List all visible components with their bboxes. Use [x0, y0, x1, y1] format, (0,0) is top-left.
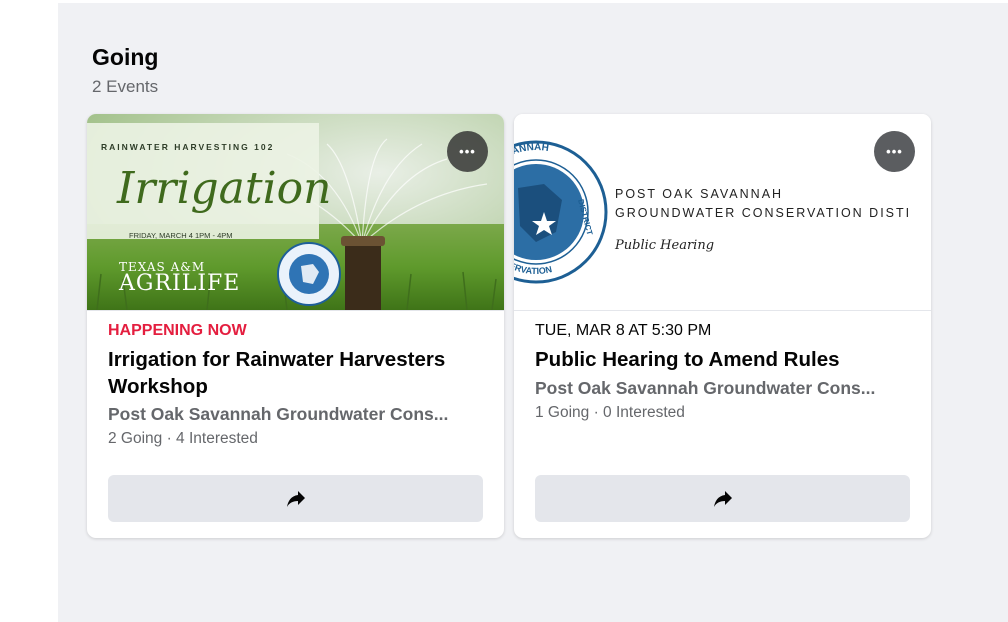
event-banner-image[interactable]: RAINWATER HARVESTING 102 Irrigation FRID…	[87, 114, 504, 310]
banner-script-title: Irrigation	[117, 163, 332, 214]
section-title: Going	[92, 44, 159, 70]
card-divider	[514, 310, 931, 311]
banner-kicker: RAINWATER HARVESTING 102	[101, 142, 275, 152]
logo-line2: AGRILIFE	[119, 271, 241, 296]
event-host[interactable]: Post Oak Savannah Groundwater Cons...	[108, 404, 448, 425]
section-subtitle: 2 Events	[92, 77, 159, 96]
share-button[interactable]	[535, 475, 910, 522]
banner-org-line2: GROUNDWATER CONSERVATION DISTI	[615, 206, 912, 220]
banner-date-line: FRIDAY, MARCH 4 1PM - 4PM	[129, 231, 233, 240]
more-options-button[interactable]: •••	[447, 131, 488, 172]
svg-text:SAVANNAH: SAVANNAH	[514, 142, 550, 167]
seal-text-side: DISTRICT	[576, 198, 594, 236]
event-date-label: TUE, MAR 8 AT 5:30 PM	[535, 322, 712, 339]
share-button[interactable]	[108, 475, 483, 522]
card-divider	[87, 310, 504, 311]
more-horizontal-icon: •••	[886, 144, 903, 159]
event-title[interactable]: Irrigation for Rainwater Harvesters Work…	[108, 346, 488, 400]
conservation-seal: SAVANNAH CONSERVATION DISTRICT	[514, 142, 594, 276]
event-title[interactable]: Public Hearing to Amend Rules	[535, 346, 915, 373]
svg-text:CONSERVATION: CONSERVATION	[514, 246, 553, 276]
event-attendance: 1 Going · 0 Interested	[535, 404, 685, 421]
banner-text-panel: RAINWATER HARVESTING 102 Irrigation FRID…	[87, 123, 332, 240]
event-attendance: 2 Going · 4 Interested	[108, 430, 258, 447]
event-card-public-hearing[interactable]: SAVANNAH CONSERVATION DISTRICT POST OAK …	[514, 114, 931, 538]
share-arrow-icon	[286, 490, 305, 507]
event-host[interactable]: Post Oak Savannah Groundwater Cons...	[535, 378, 875, 399]
more-options-button[interactable]: •••	[874, 131, 915, 172]
share-arrow-icon	[713, 490, 732, 507]
event-banner-image[interactable]: SAVANNAH CONSERVATION DISTRICT POST OAK …	[514, 114, 931, 310]
seal-text-top: SAVANNAH	[514, 142, 550, 167]
event-status-label: HAPPENING NOW	[108, 322, 247, 339]
event-card-irrigation[interactable]: RAINWATER HARVESTING 102 Irrigation FRID…	[87, 114, 504, 538]
more-horizontal-icon: •••	[459, 144, 476, 159]
agrilife-logo: TEXAS A&M AGRILIFE	[119, 261, 240, 295]
banner-event-type: Public Hearing	[615, 238, 715, 253]
banner-org-line1: POST OAK SAVANNAH	[615, 187, 784, 201]
seal-text-bottom: CONSERVATION	[514, 246, 553, 276]
